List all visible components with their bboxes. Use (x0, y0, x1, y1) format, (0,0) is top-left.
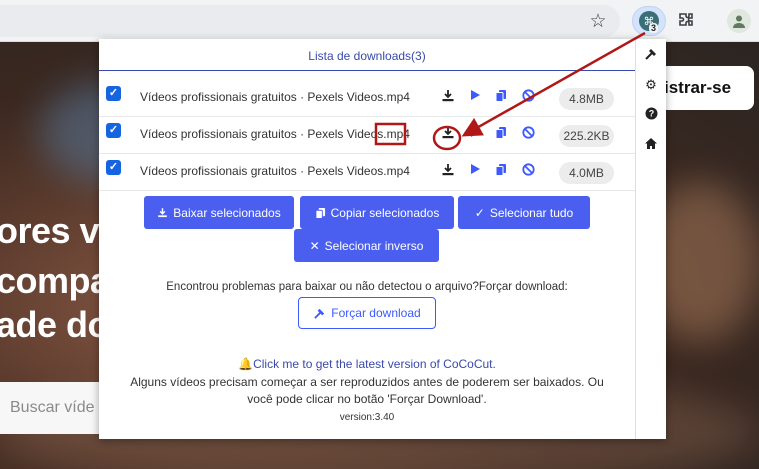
latest-version-link[interactable]: 🔔Click me to get the latest version of C… (99, 357, 635, 371)
block-icon[interactable] (520, 89, 536, 105)
popup-sidebar: ⚙ ? (635, 39, 666, 439)
hammer-icon[interactable] (643, 47, 659, 63)
check-icon: ✓ (474, 205, 485, 220)
popup-title: Lista de downloads(3) (308, 49, 426, 63)
block-icon[interactable] (520, 126, 536, 142)
address-bar[interactable] (0, 5, 620, 37)
version-text: version:3.40 (339, 412, 395, 423)
download-icon[interactable] (440, 163, 456, 179)
file-name: Vídeos profissionais gratuitos · Pexels … (140, 127, 410, 141)
row-checkbox[interactable]: ✓ (106, 160, 121, 175)
gear-icon[interactable]: ⚙ (643, 77, 659, 93)
problem-text: Encontrou problemas para baixar ou não d… (166, 281, 568, 293)
title-divider (99, 70, 635, 71)
profile-icon[interactable] (727, 9, 751, 33)
copy-icon[interactable] (493, 89, 509, 105)
download-icon[interactable] (440, 126, 456, 142)
force-download-label: Forçar download (331, 306, 421, 320)
signup-label: istrar-se (664, 78, 732, 97)
home-icon[interactable] (643, 137, 659, 153)
select-all-button[interactable]: ✓ Selecionar tudo (458, 196, 590, 229)
extension-badge: 3 (648, 23, 658, 33)
file-size-badge: 4.8MB (559, 88, 614, 110)
site-search-input[interactable]: Buscar víde (0, 382, 110, 434)
download-row: ✓ Vídeos profissionais gratuitos · Pexel… (99, 117, 635, 154)
copy-icon[interactable] (493, 163, 509, 179)
download-icon[interactable] (440, 89, 456, 105)
select-inverse-label: Selecionar inverso (324, 238, 424, 253)
download-row: ✓ Vídeos profissionais gratuitos · Pexel… (99, 80, 635, 117)
download-icon (158, 207, 168, 217)
file-size-badge: 225.2KB (559, 125, 614, 147)
svg-text:?: ? (648, 109, 654, 119)
latest-version-text: Click me to get the latest version of Co… (253, 357, 496, 371)
row-checkbox[interactable]: ✓ (106, 123, 121, 138)
help-icon[interactable]: ? (643, 107, 659, 123)
notice-text: Alguns vídeos precisam começar a ser rep… (130, 375, 604, 406)
play-icon[interactable] (467, 126, 483, 142)
download-selected-button[interactable]: Baixar selecionados (144, 196, 294, 229)
row-checkbox[interactable]: ✓ (106, 86, 121, 101)
file-size-badge: 4.0MB (559, 162, 614, 184)
downloads-popup: Lista de downloads(3) ✓ Vídeos profissio… (99, 39, 666, 439)
download-row: ✓ Vídeos profissionais gratuitos · Pexel… (99, 154, 635, 191)
hero-heading-line: ade do (0, 304, 110, 345)
download-list: ✓ Vídeos profissionais gratuitos · Pexel… (99, 80, 635, 191)
browser-toolbar: ☆ ⌘ 3 (0, 0, 759, 42)
popup-content: Lista de downloads(3) ✓ Vídeos profissio… (99, 39, 635, 439)
hero-heading-line: compa (0, 260, 110, 301)
copy-selected-label: Copiar selecionados (330, 205, 440, 220)
play-icon[interactable] (467, 89, 483, 105)
star-icon[interactable]: ☆ (587, 10, 609, 32)
bell-icon: 🔔 (238, 357, 254, 371)
cococut-extension-button[interactable]: ⌘ 3 (632, 6, 666, 36)
select-inverse-button[interactable]: ✕ Selecionar inverso (294, 229, 439, 262)
puzzle-icon[interactable] (673, 8, 699, 34)
copy-icon (315, 207, 325, 219)
file-name: Vídeos profissionais gratuitos · Pexels … (140, 90, 410, 104)
file-name: Vídeos profissionais gratuitos · Pexels … (140, 164, 410, 178)
block-icon[interactable] (520, 163, 536, 179)
download-selected-label: Baixar selecionados (173, 205, 281, 220)
site-search-placeholder: Buscar víde (10, 399, 95, 416)
force-download-button[interactable]: Forçar download (298, 297, 436, 329)
copy-selected-button[interactable]: Copiar selecionados (300, 196, 454, 229)
hammer-icon (314, 308, 325, 319)
copy-icon[interactable] (493, 126, 509, 142)
select-all-label: Selecionar tudo (489, 205, 574, 220)
close-icon: ✕ (309, 238, 320, 253)
play-icon[interactable] (467, 163, 483, 179)
